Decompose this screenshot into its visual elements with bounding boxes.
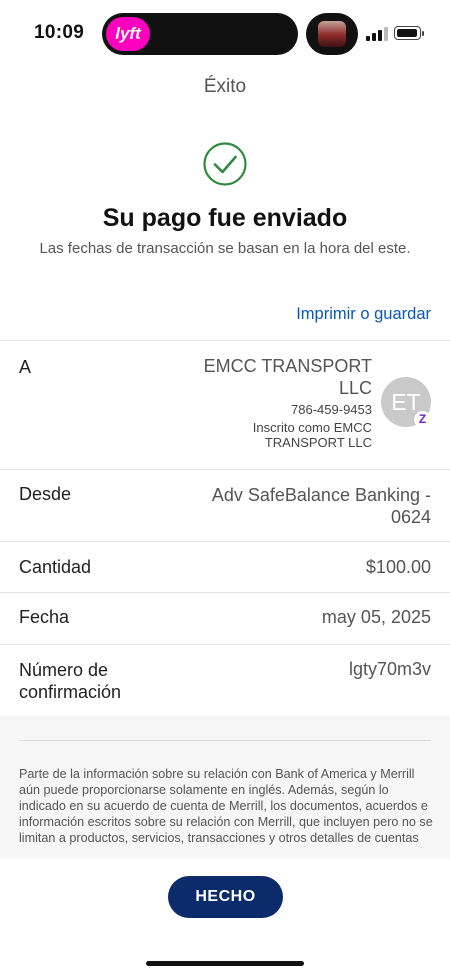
payee-enrolled-as: Inscrito como EMCC TRANSPORT LLC (252, 420, 372, 450)
album-art-icon (318, 21, 346, 47)
page-title: Éxito (203, 76, 247, 97)
detail-row-date: Fecha may 05, 2025 (0, 592, 450, 644)
zelle-icon: Z (414, 411, 431, 428)
date-label: Fecha (19, 607, 70, 627)
success-headline: Su pago fue enviado (102, 204, 348, 232)
done-button[interactable]: HECHO (168, 876, 283, 918)
from-account: Adv SafeBalance Banking - 0624 (211, 485, 431, 527)
confirmation-number: lgty70m3v (348, 659, 431, 679)
battery-icon (394, 26, 421, 40)
detail-row-from: Desde Adv SafeBalance Banking - 0624 (0, 469, 450, 541)
detail-row-amount: Cantidad $100.00 (0, 541, 450, 592)
status-bar: 10:09 lyft (0, 0, 450, 66)
from-label: Desde (19, 484, 72, 504)
footer: HECHO (0, 858, 450, 976)
disclaimer-section[interactable]: Parte de la información sobre su relació… (0, 716, 450, 858)
lyft-icon[interactable]: lyft (106, 17, 150, 51)
detail-row-to: A EMCC TRANSPORT LLC 786-459-9453 Inscri… (0, 340, 450, 469)
battery-tip (422, 31, 424, 36)
payee-phone: 786-459-9453 (291, 402, 372, 417)
timezone-note: Las fechas de transacción se basan en la… (39, 240, 411, 257)
home-indicator[interactable] (146, 961, 304, 966)
cellular-signal-icon (366, 27, 388, 41)
detail-row-confirmation: Número de confirmación lgty70m3v (0, 644, 450, 716)
to-label: A (19, 357, 32, 377)
date-value: may 05, 2025 (321, 607, 431, 627)
success-check-icon (203, 142, 247, 186)
amount-value: $100.00 (365, 557, 431, 577)
print-or-save-link[interactable]: Imprimir o guardar (296, 305, 431, 324)
payee-name: EMCC TRANSPORT LLC (203, 356, 372, 398)
amount-label: Cantidad (19, 557, 92, 577)
disclaimer-text: Parte de la información sobre su relació… (19, 767, 433, 845)
divider (19, 740, 431, 741)
confirmation-label: Número de confirmación (19, 660, 122, 702)
status-time: 10:09 (34, 22, 85, 43)
